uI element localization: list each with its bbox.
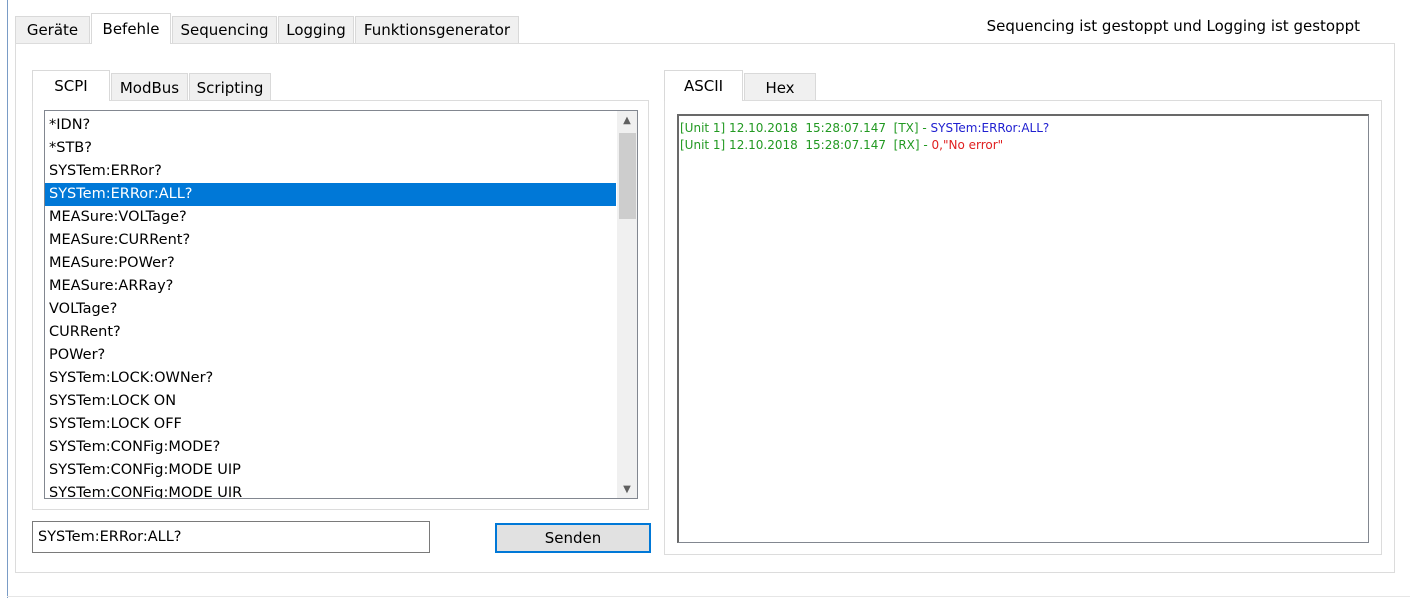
communication-log[interactable]: [Unit 1] 12.10.2018 15:28:07.147 [TX] - … bbox=[677, 114, 1369, 543]
log-prefix: [Unit 1] 12.10.2018 15:28:07.147 [TX] - bbox=[680, 121, 931, 135]
command-list-item[interactable]: *STB? bbox=[45, 137, 616, 160]
tab-sequencing[interactable]: Sequencing bbox=[172, 16, 277, 43]
chevron-down-icon[interactable]: ▼ bbox=[617, 480, 637, 498]
command-list-item[interactable]: SYSTem:CONFig:MODE? bbox=[45, 436, 616, 459]
window-bottom-divider bbox=[7, 596, 1410, 597]
command-list-item[interactable]: VOLTage? bbox=[45, 298, 616, 321]
tab-hex[interactable]: Hex bbox=[744, 73, 816, 101]
command-list-item[interactable]: CURRent? bbox=[45, 321, 616, 344]
window-edge bbox=[7, 0, 8, 598]
log-message: SYSTem:ERRor:ALL? bbox=[930, 121, 1050, 135]
log-line: [Unit 1] 12.10.2018 15:28:07.147 [RX] - … bbox=[680, 137, 1368, 154]
log-prefix: [Unit 1] 12.10.2018 15:28:07.147 [RX] - bbox=[680, 138, 932, 152]
chevron-up-icon[interactable]: ▲ bbox=[617, 111, 637, 129]
tab-logging[interactable]: Logging bbox=[278, 16, 354, 43]
tab-modbus[interactable]: ModBus bbox=[111, 73, 188, 101]
status-text: Sequencing ist gestoppt und Logging ist … bbox=[986, 17, 1360, 35]
tab-ascii[interactable]: ASCII bbox=[664, 70, 743, 101]
command-list-item[interactable]: *IDN? bbox=[45, 114, 616, 137]
command-list-item[interactable]: SYSTem:LOCK ON bbox=[45, 390, 616, 413]
send-button[interactable]: Senden bbox=[495, 523, 651, 553]
tab-scpi[interactable]: SCPI bbox=[32, 70, 110, 101]
command-list-item[interactable]: POWer? bbox=[45, 344, 616, 367]
log-message: 0,"No error" bbox=[931, 138, 1004, 152]
command-list-item[interactable]: MEASure:POWer? bbox=[45, 252, 616, 275]
tab-scripting[interactable]: Scripting bbox=[189, 73, 271, 101]
command-list-item[interactable]: SYSTem:ERRor:ALL? bbox=[45, 183, 616, 206]
command-list-item[interactable]: MEASure:CURRent? bbox=[45, 229, 616, 252]
tab-funktionsgenerator[interactable]: Funktionsgenerator bbox=[355, 16, 519, 43]
command-items: *IDN? *STB? SYSTem:ERRor? SYSTem:ERRor:ALL?… bbox=[45, 114, 616, 498]
log-line: [Unit 1] 12.10.2018 15:28:07.147 [TX] - … bbox=[680, 120, 1368, 137]
command-list-scrollbar[interactable]: ▲ ▼ bbox=[617, 111, 637, 498]
command-list-item[interactable]: MEASure:ARRay? bbox=[45, 275, 616, 298]
command-input[interactable] bbox=[32, 521, 430, 553]
command-list-item[interactable]: MEASure:VOLTage? bbox=[45, 206, 616, 229]
scroll-thumb[interactable] bbox=[619, 133, 636, 219]
command-list-item[interactable]: SYSTem:CONFig:MODE UIR bbox=[45, 482, 616, 498]
command-list[interactable]: *IDN? *STB? SYSTem:ERRor? SYSTem:ERRor:ALL?… bbox=[44, 110, 638, 499]
tab-befehle[interactable]: Befehle bbox=[91, 13, 171, 44]
command-list-item[interactable]: SYSTem:LOCK:OWNer? bbox=[45, 367, 616, 390]
command-list-item[interactable]: SYSTem:CONFig:MODE UIP bbox=[45, 459, 616, 482]
command-list-item[interactable]: SYSTem:LOCK OFF bbox=[45, 413, 616, 436]
command-list-item[interactable]: SYSTem:ERRor? bbox=[45, 160, 616, 183]
tab-geraete[interactable]: Geräte bbox=[15, 16, 90, 43]
